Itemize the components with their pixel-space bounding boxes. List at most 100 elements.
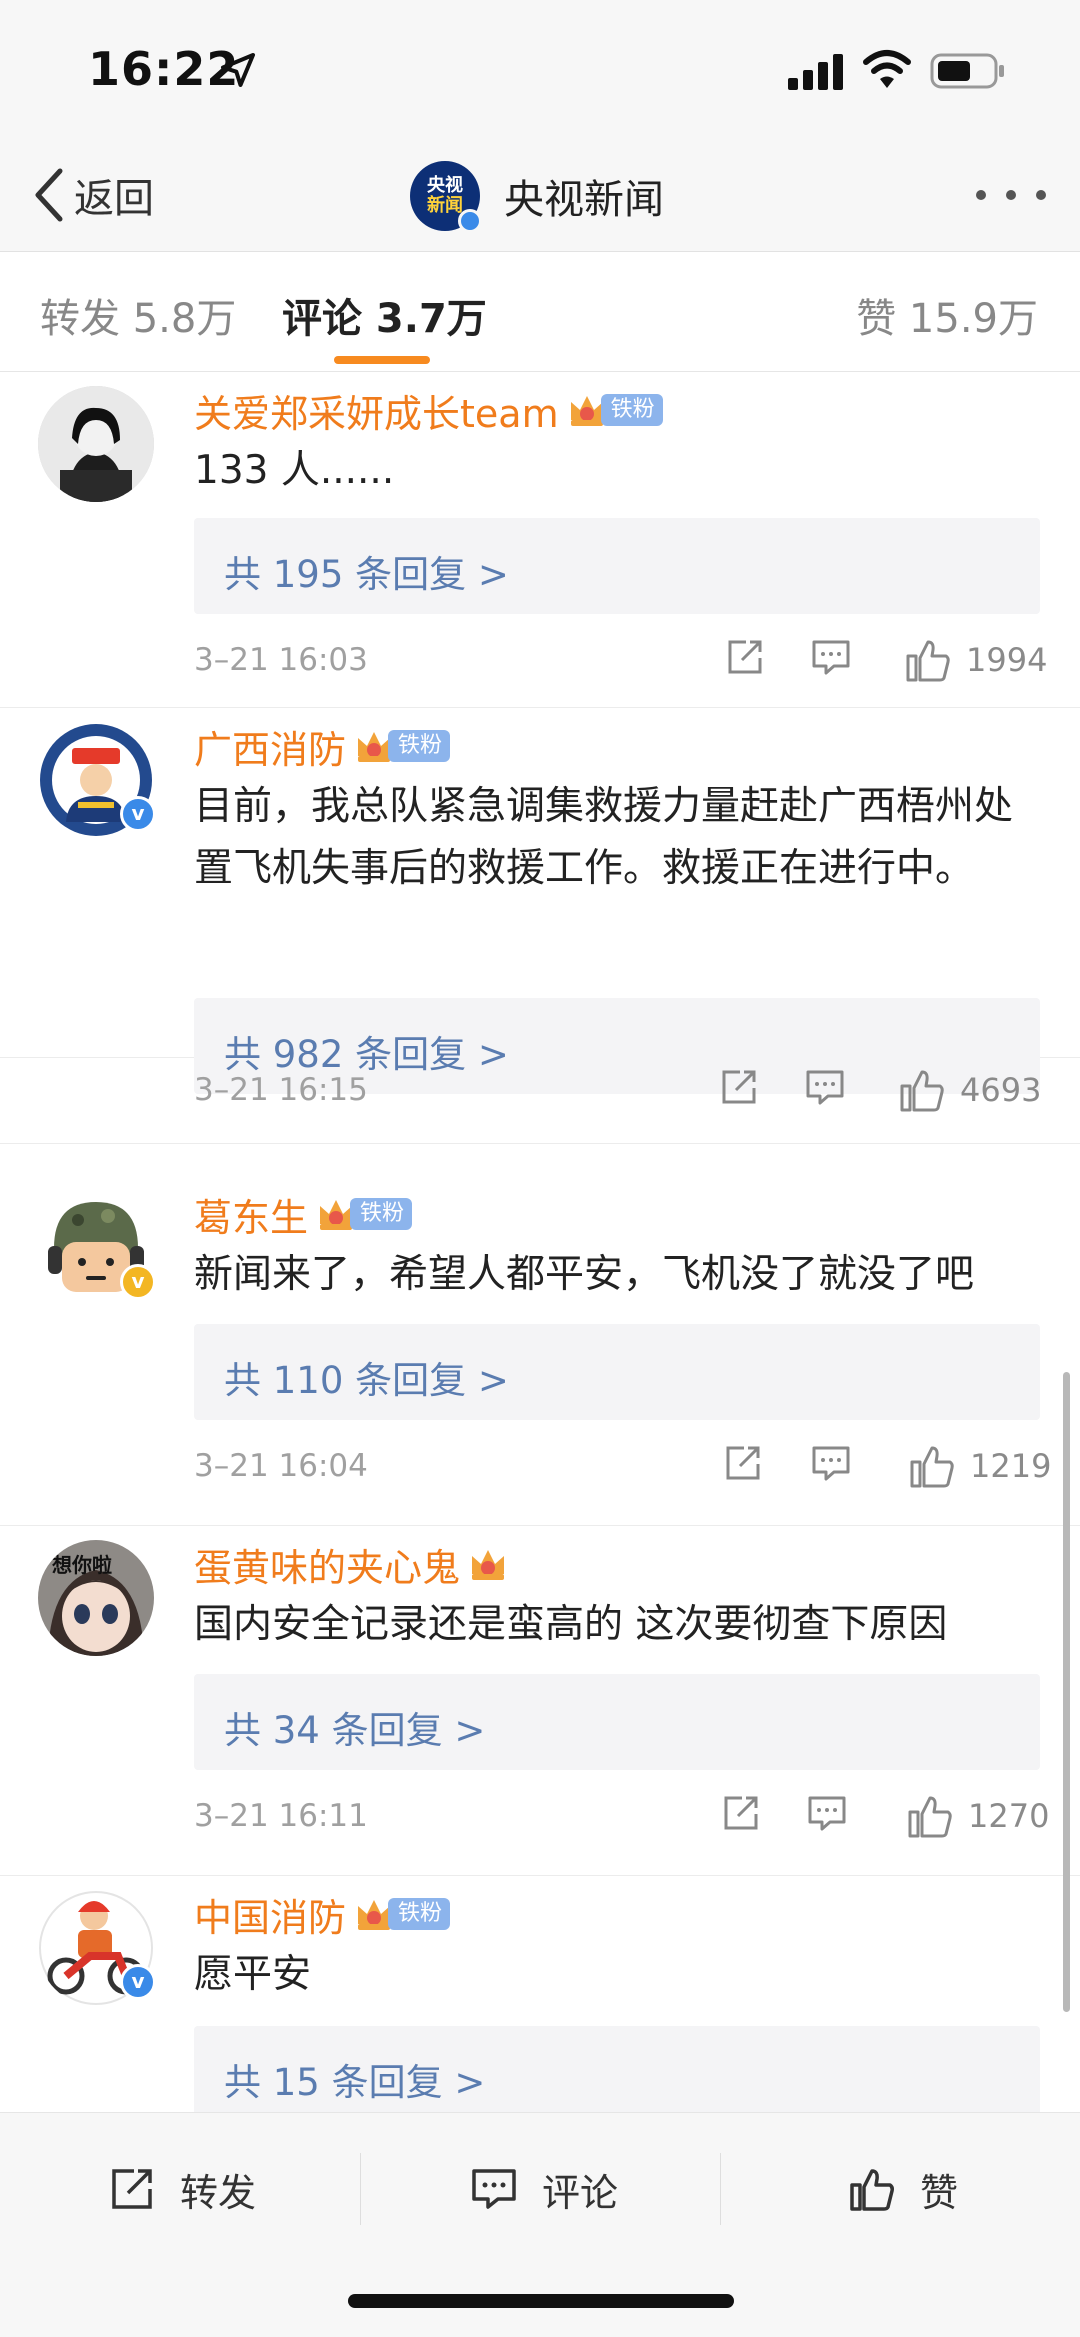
fan-badge: 铁粉	[388, 1898, 451, 1930]
comment-text: 愿平安	[194, 1952, 312, 1997]
replies-link[interactable]: 共 195 条回复 >	[194, 518, 1040, 614]
share-button[interactable]	[724, 636, 766, 682]
like-button[interactable]: 赞	[848, 2157, 958, 2221]
like-count: 1270	[968, 1797, 1050, 1835]
nav-bar: 返回 央视 新闻 央视新闻	[0, 140, 1080, 252]
share-icon	[728, 640, 762, 674]
comment-meta: 3–21 16:03 1994	[194, 630, 1047, 690]
replies-label: 共 15 条回复 >	[224, 2061, 486, 2104]
status-bar: 16:22	[0, 0, 1080, 140]
page-title: 央视新闻	[504, 177, 664, 223]
wifi-icon	[863, 50, 911, 88]
reply-button[interactable]	[806, 1792, 848, 1838]
share-icon	[724, 1796, 758, 1830]
thumbs-up-icon	[900, 1070, 944, 1112]
share-button[interactable]	[722, 1442, 764, 1488]
comment-text: 国内安全记录还是蛮高的 这次要彻查下原因	[194, 1602, 948, 1647]
toolbar-divider	[360, 2153, 361, 2225]
nav-account[interactable]: 央视 新闻 央视新闻	[410, 158, 664, 234]
avatar[interactable]: 想你啦	[38, 1540, 154, 1656]
like-count: 1994	[966, 641, 1048, 679]
verified-icon	[120, 796, 156, 832]
tab-like[interactable]: 赞 15.9万	[856, 286, 1038, 344]
comment-label: 评论	[542, 2170, 619, 2215]
comment-item: 葛东生 铁粉 新闻来了，希望人都平安，飞机没了就没了吧 共 110 条回复 > …	[0, 1176, 1080, 1526]
share-button[interactable]	[718, 1066, 760, 1112]
like-count: 1219	[970, 1447, 1052, 1485]
tabs: 转发 5.8万 评论 3.7万 赞 15.9万	[0, 252, 1080, 372]
user-name[interactable]: 广西消防	[194, 719, 346, 774]
comment-text: 133 人......	[194, 448, 395, 493]
fan-badge: 铁粉	[388, 730, 451, 762]
user-name[interactable]: 关爱郑采妍成长team	[194, 383, 559, 438]
logo-text-bottom: 新闻	[427, 195, 463, 216]
fan-badge: 铁粉	[600, 394, 663, 426]
like-button[interactable]: 1270	[906, 1792, 1049, 1840]
comment-meta: 3–21 16:15 4693	[194, 1060, 1041, 1120]
toolbar-divider	[720, 2153, 721, 2225]
verified-icon	[120, 1264, 156, 1300]
replies-label: 共 34 条回复 >	[224, 1709, 486, 1752]
avatar[interactable]	[38, 386, 154, 502]
logo-text-top: 央视	[427, 175, 463, 196]
share-button[interactable]	[720, 1792, 762, 1838]
like-button[interactable]: 1219	[908, 1442, 1051, 1490]
comment-meta: 3–21 16:04 1219	[194, 1436, 1051, 1496]
crown-icon	[472, 1550, 505, 1580]
repost-button[interactable]: 转发	[108, 2157, 256, 2221]
comment-text: 新闻来了，希望人都平安，飞机没了就没了吧	[194, 1252, 975, 1297]
comment-item-footer: 3–21 16:15 4693	[0, 1058, 1080, 1144]
like-button[interactable]: 1994	[904, 636, 1047, 684]
chevron-left-icon	[35, 168, 63, 222]
reply-button[interactable]	[804, 1066, 846, 1112]
like-button[interactable]: 4693	[898, 1066, 1041, 1114]
share-icon	[726, 1446, 760, 1480]
comment-item: 中国消防 铁粉 愿平安 共 15 条回复 >	[0, 1876, 1080, 2112]
comment-meta: 3–21 16:11 1270	[194, 1786, 1049, 1846]
comment-date: 3–21 16:04	[194, 1448, 368, 1484]
comment-button[interactable]: 评论	[470, 2157, 618, 2221]
location-arrow-icon	[221, 53, 255, 87]
reply-button[interactable]	[810, 1442, 852, 1488]
comment-item: 广西消防 铁粉 目前，我总队紧急调集救援力量赶赴广西梧州处置飞机失事后的救援工作…	[0, 708, 1080, 1094]
battery-icon	[930, 53, 1004, 89]
thumbs-up-icon	[908, 1796, 952, 1838]
like-label: 赞	[920, 2170, 959, 2215]
replies-link[interactable]: 共 110 条回复 >	[194, 1324, 1040, 1420]
verified-icon	[120, 1964, 156, 2000]
status-time: 16:22	[88, 42, 240, 96]
comment-item: 关爱郑采妍成长team 铁粉 133 人...... 共 195 条回复 > 3…	[0, 372, 1080, 708]
verified-icon	[458, 209, 482, 233]
repost-label: 转发	[180, 2170, 257, 2215]
like-count: 4693	[960, 1071, 1042, 1109]
user-name[interactable]: 蛋黄味的夹心鬼	[194, 1537, 460, 1592]
tab-comment[interactable]: 评论 3.7万	[282, 286, 487, 344]
replies-link[interactable]: 共 34 条回复 >	[194, 1674, 1040, 1770]
scrollbar[interactable]	[1063, 1372, 1070, 2012]
comment-icon	[812, 640, 850, 675]
comment-date: 3–21 16:11	[194, 1798, 368, 1834]
cctv-news-logo: 央视 新闻	[410, 161, 482, 233]
more-options-button[interactable]	[976, 180, 1046, 210]
back-label: 返回	[74, 176, 154, 222]
back-button[interactable]: 返回	[30, 162, 154, 228]
comment-list[interactable]: 关爱郑采妍成长team 铁粉 133 人...... 共 195 条回复 > 3…	[0, 372, 1080, 2112]
thumbs-up-icon	[850, 2169, 894, 2211]
comment-date: 3–21 16:03	[194, 642, 368, 678]
svg-text:想你啦: 想你啦	[52, 1553, 112, 1577]
comment-item: 想你啦 蛋黄味的夹心鬼 国内安全记录还是蛮高的 这次要彻查下原因 共 34 条回…	[0, 1526, 1080, 1876]
replies-link[interactable]: 共 15 条回复 >	[194, 2026, 1040, 2112]
replies-label: 共 195 条回复 >	[224, 553, 509, 596]
share-icon	[722, 1070, 756, 1104]
comment-text: 目前，我总队紧急调集救援力量赶赴广西梧州处置飞机失事后的救援工作。救援正在进行中…	[194, 784, 1014, 891]
thumbs-up-icon	[906, 640, 950, 682]
comment-icon	[806, 1070, 844, 1105]
reply-button[interactable]	[810, 636, 852, 682]
tab-repost[interactable]: 转发 5.8万	[40, 286, 236, 344]
comment-icon	[472, 2169, 516, 2209]
thumbs-up-icon	[910, 1446, 954, 1488]
user-name[interactable]: 葛东生	[194, 1187, 308, 1242]
comment-date: 3–21 16:15	[194, 1072, 368, 1108]
user-name[interactable]: 中国消防	[194, 1887, 346, 1942]
home-indicator[interactable]	[348, 2294, 734, 2308]
